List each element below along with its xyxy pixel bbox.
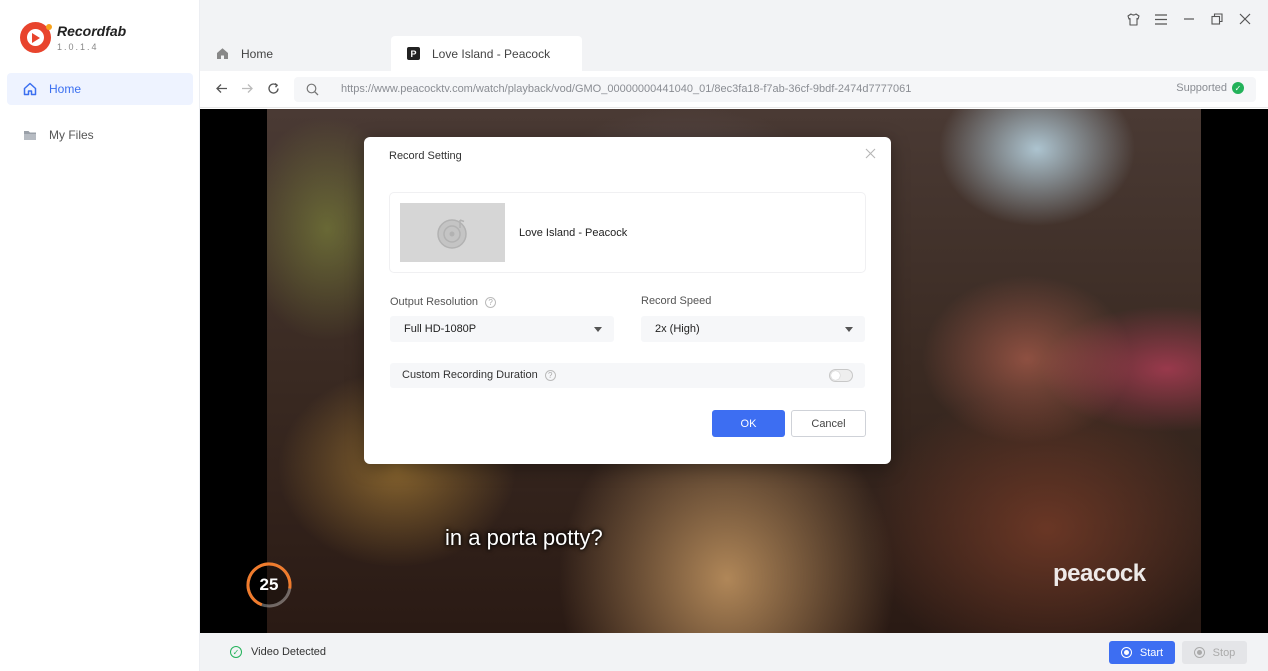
help-icon[interactable]: ? bbox=[485, 296, 497, 308]
check-circle-icon: ✓ bbox=[1232, 82, 1244, 94]
back-icon[interactable] bbox=[214, 82, 228, 96]
home-icon bbox=[217, 48, 228, 59]
tab-home[interactable]: Home bbox=[216, 36, 386, 71]
help-icon[interactable]: ? bbox=[544, 369, 556, 381]
record-icon bbox=[1193, 647, 1205, 658]
brand: Recordfab 1.0.1.4 bbox=[20, 22, 126, 53]
media-title: Love Island - Peacock bbox=[519, 227, 628, 239]
tab-label: Home bbox=[241, 46, 274, 61]
check-circle-icon: ✓ bbox=[230, 646, 242, 658]
custom-duration-row: Custom Recording Duration ? bbox=[390, 363, 865, 388]
video-subtitle: in a porta potty? bbox=[445, 525, 603, 550]
cancel-button[interactable]: Cancel bbox=[791, 410, 866, 437]
dialog-title: Record Setting bbox=[389, 150, 462, 162]
bottom-bar: ✓ Video Detected Start Stop bbox=[200, 633, 1268, 671]
url-bar[interactable]: https://www.peacocktv.com/watch/playback… bbox=[294, 77, 1256, 102]
top-bar: Home P Love Island - Peacock https://www… bbox=[200, 0, 1268, 108]
sidebar-item-label: Home bbox=[49, 82, 82, 96]
peacock-watermark: peacock bbox=[1053, 560, 1146, 587]
media-thumbnail bbox=[400, 203, 505, 262]
supported-status: Supported ✓ bbox=[1176, 82, 1244, 94]
close-icon[interactable] bbox=[1238, 11, 1252, 27]
sidebar: Recordfab 1.0.1.4 Home My Files bbox=[0, 0, 200, 671]
sidebar-item-home[interactable]: Home bbox=[7, 73, 193, 105]
home-icon bbox=[23, 82, 37, 96]
record-speed-label: Record Speed bbox=[641, 295, 712, 307]
sidebar-item-label: My Files bbox=[49, 128, 94, 142]
chevron-down-icon bbox=[594, 327, 602, 332]
tab-label: Love Island - Peacock bbox=[432, 46, 551, 61]
media-card: Love Island - Peacock bbox=[390, 193, 865, 272]
video-detected-status: ✓ Video Detected bbox=[230, 646, 326, 658]
start-button[interactable]: Start bbox=[1109, 641, 1175, 664]
search-icon bbox=[306, 83, 319, 96]
forward-icon[interactable] bbox=[240, 82, 254, 96]
record-icon bbox=[1120, 647, 1132, 658]
dialog-close-icon[interactable] bbox=[863, 147, 877, 161]
tab-love-island[interactable]: P Love Island - Peacock bbox=[391, 36, 582, 71]
app-version: 1.0.1.4 bbox=[57, 41, 99, 52]
skin-icon[interactable] bbox=[1126, 11, 1140, 27]
countdown-value: 25 bbox=[259, 575, 279, 594]
record-speed-select[interactable]: 2x (High) bbox=[641, 316, 865, 342]
output-resolution-select[interactable]: Full HD-1080P bbox=[390, 316, 614, 342]
restore-icon[interactable] bbox=[1210, 11, 1224, 27]
chevron-down-icon bbox=[845, 327, 853, 332]
minimize-icon[interactable] bbox=[1182, 11, 1196, 27]
custom-duration-label: Custom Recording Duration ? bbox=[402, 369, 556, 381]
music-disc-icon bbox=[436, 218, 467, 249]
ok-button[interactable]: OK bbox=[712, 410, 785, 437]
address-row: https://www.peacocktv.com/watch/playback… bbox=[200, 71, 1268, 108]
sidebar-item-my-files[interactable]: My Files bbox=[7, 119, 193, 151]
custom-duration-toggle[interactable] bbox=[829, 369, 853, 382]
stop-button[interactable]: Stop bbox=[1182, 641, 1247, 664]
peacock-favicon-icon: P bbox=[407, 47, 420, 60]
url-text: https://www.peacocktv.com/watch/playback… bbox=[341, 83, 912, 95]
folder-icon bbox=[24, 131, 36, 140]
recordfab-logo-icon bbox=[20, 22, 52, 53]
output-resolution-label: Output Resolution ? bbox=[390, 296, 497, 308]
record-setting-dialog: Record Setting Love Island - Peacock Out… bbox=[364, 137, 891, 464]
app-name: Recordfab bbox=[57, 22, 127, 39]
refresh-icon[interactable] bbox=[266, 82, 280, 96]
menu-icon[interactable] bbox=[1154, 11, 1168, 27]
window-controls bbox=[1126, 11, 1252, 27]
